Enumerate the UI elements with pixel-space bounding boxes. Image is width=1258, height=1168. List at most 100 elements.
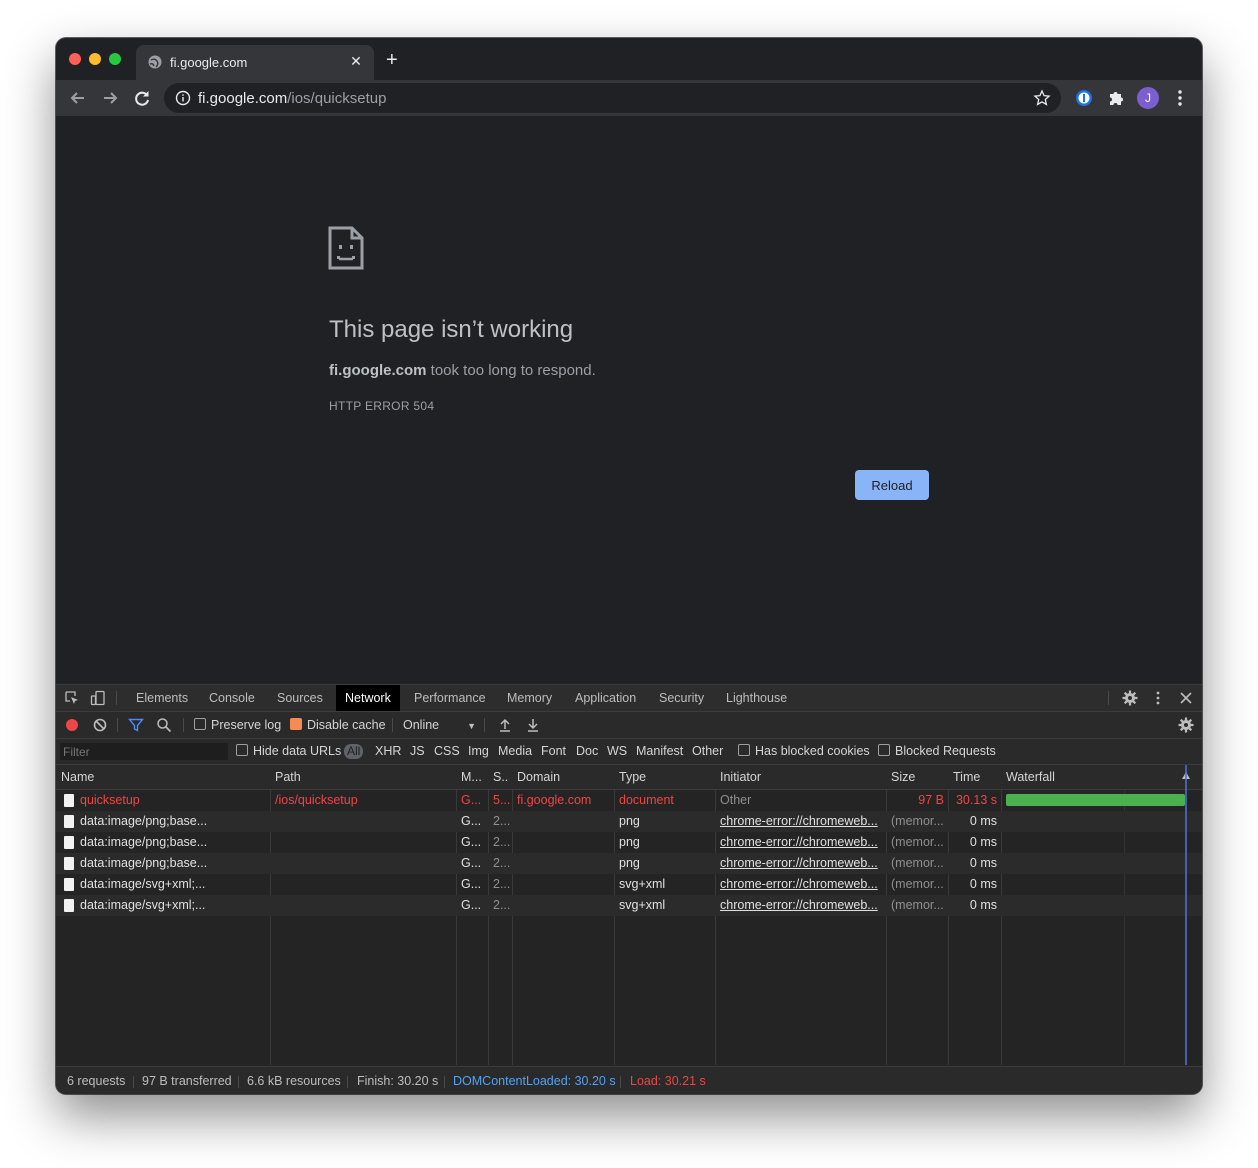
new-tab-button[interactable]: + — [386, 50, 398, 70]
filter-type-font[interactable]: Font — [541, 739, 566, 764]
tab-elements[interactable]: Elements — [127, 685, 197, 711]
close-tab-icon[interactable]: ✕ — [348, 53, 364, 70]
filter-input[interactable] — [60, 743, 228, 760]
table-row[interactable]: quicksetup /ios/quicksetup G... 5... fi.… — [56, 790, 1202, 811]
tab-memory[interactable]: Memory — [498, 685, 561, 711]
request-initiator-link[interactable]: chrome-error://chromeweb... — [720, 832, 880, 853]
filter-type-img[interactable]: Img — [468, 739, 489, 764]
column-header-path[interactable]: Path — [275, 765, 301, 789]
has-blocked-cookies-checkbox[interactable]: Has blocked cookies — [738, 739, 870, 764]
extensions-puzzle-icon[interactable] — [1107, 89, 1125, 107]
info-icon[interactable] — [175, 90, 191, 106]
search-icon[interactable] — [156, 717, 172, 733]
filter-type-css[interactable]: CSS — [434, 739, 460, 764]
filter-type-manifest[interactable]: Manifest — [636, 739, 683, 764]
request-method: G... — [461, 793, 482, 807]
column-header-method[interactable]: M... — [461, 765, 482, 789]
sad-page-icon — [328, 226, 364, 270]
network-settings-gear-icon[interactable] — [1178, 717, 1194, 733]
minimize-window-button[interactable] — [89, 53, 101, 65]
url-host: fi.google.com — [198, 90, 288, 107]
forward-icon[interactable] — [100, 88, 120, 108]
tab-sources[interactable]: Sources — [268, 685, 332, 711]
tab-strip: fi.google.com ✕ + — [56, 38, 1202, 80]
column-header-initiator[interactable]: Initiator — [720, 765, 761, 789]
request-name[interactable]: data:image/svg+xml;... — [80, 874, 266, 895]
document-icon — [64, 794, 74, 807]
inspect-element-icon[interactable] — [64, 690, 80, 706]
filter-type-other[interactable]: Other — [692, 739, 723, 764]
hide-data-urls-checkbox[interactable]: Hide data URLs — [236, 739, 341, 764]
request-name[interactable]: data:image/png;base... — [80, 853, 266, 874]
filter-type-all[interactable]: All — [344, 744, 364, 759]
request-name[interactable]: data:image/png;base... — [80, 832, 266, 853]
blocked-requests-checkbox[interactable]: Blocked Requests — [878, 739, 996, 764]
divider — [347, 1076, 348, 1088]
device-toolbar-icon[interactable] — [90, 690, 106, 706]
request-initiator-link[interactable]: chrome-error://chromeweb... — [720, 874, 880, 895]
filter-type-doc[interactable]: Doc — [576, 739, 598, 764]
filter-type-js[interactable]: JS — [410, 739, 425, 764]
table-row[interactable]: data:image/svg+xml;... G... 2... svg+xml… — [56, 895, 1202, 916]
throttling-select[interactable]: Online ▼ — [403, 712, 476, 738]
filter-type-xhr[interactable]: XHR — [375, 739, 401, 764]
column-header-time[interactable]: Time — [953, 765, 980, 789]
request-size: (memor... — [891, 835, 944, 849]
tab-security[interactable]: Security — [650, 685, 713, 711]
request-size: (memor... — [891, 856, 944, 870]
tab-console[interactable]: Console — [200, 685, 264, 711]
error-code: HTTP ERROR 504 — [329, 399, 435, 413]
zoom-window-button[interactable] — [109, 53, 121, 65]
table-row[interactable]: data:image/png;base... G... 2... png chr… — [56, 832, 1202, 853]
request-initiator-link[interactable]: chrome-error://chromeweb... — [720, 811, 880, 832]
close-devtools-icon[interactable] — [1178, 690, 1194, 706]
bookmark-star-icon[interactable] — [1033, 89, 1051, 107]
column-header-status[interactable]: S.. — [493, 765, 508, 789]
request-name[interactable]: quicksetup — [80, 790, 266, 811]
preserve-log-checkbox[interactable]: Preserve log — [194, 712, 281, 738]
request-name[interactable]: data:image/svg+xml;... — [80, 895, 266, 916]
export-har-icon[interactable] — [525, 717, 541, 733]
clear-icon[interactable] — [92, 717, 108, 733]
requests-table: Name Path M... S.. Domain Type Initiator… — [56, 765, 1202, 1065]
image-file-icon — [64, 836, 74, 849]
password-manager-extension-icon[interactable] — [1075, 89, 1093, 107]
filter-type-ws[interactable]: WS — [607, 739, 627, 764]
chrome-menu-icon[interactable] — [1172, 89, 1188, 107]
request-initiator-link[interactable]: chrome-error://chromeweb... — [720, 853, 880, 874]
tab-performance[interactable]: Performance — [405, 685, 495, 711]
tab-network[interactable]: Network — [336, 685, 400, 711]
address-bar[interactable]: fi.google.com/ios/quicksetup — [164, 83, 1061, 113]
import-har-icon[interactable] — [497, 717, 513, 733]
request-name[interactable]: data:image/png;base... — [80, 811, 266, 832]
back-icon[interactable] — [68, 88, 88, 108]
close-window-button[interactable] — [69, 53, 81, 65]
request-type: png — [619, 814, 640, 828]
table-row[interactable]: data:image/svg+xml;... G... 2... svg+xml… — [56, 874, 1202, 895]
reload-button[interactable]: Reload — [855, 470, 929, 500]
disable-cache-checkbox[interactable]: Disable cache — [290, 712, 386, 738]
table-row[interactable]: data:image/png;base... G... 2... png chr… — [56, 811, 1202, 832]
filter-type-media[interactable]: Media — [498, 739, 532, 764]
request-size: (memor... — [891, 814, 944, 828]
browser-tab[interactable]: fi.google.com ✕ — [136, 45, 374, 80]
tab-lighthouse[interactable]: Lighthouse — [717, 685, 796, 711]
status-load: Load: 30.21 s — [630, 1074, 706, 1088]
url-text[interactable]: fi.google.com/ios/quicksetup — [198, 90, 386, 107]
more-options-icon[interactable] — [1150, 690, 1166, 706]
blocked-requests-label: Blocked Requests — [895, 744, 996, 758]
column-header-type[interactable]: Type — [619, 765, 646, 789]
settings-gear-icon[interactable] — [1122, 690, 1138, 706]
column-header-domain[interactable]: Domain — [517, 765, 560, 789]
tab-application[interactable]: Application — [566, 685, 645, 711]
column-header-size[interactable]: Size — [891, 765, 915, 789]
profile-avatar[interactable]: J — [1137, 87, 1159, 109]
filter-funnel-icon[interactable] — [128, 717, 144, 733]
column-header-name[interactable]: Name — [61, 765, 94, 789]
preserve-log-label: Preserve log — [211, 718, 282, 732]
reload-icon[interactable] — [132, 88, 152, 108]
column-header-waterfall[interactable]: Waterfall — [1006, 765, 1055, 789]
table-row[interactable]: data:image/png;base... G... 2... png chr… — [56, 853, 1202, 874]
record-icon[interactable] — [64, 717, 80, 733]
request-initiator-link[interactable]: chrome-error://chromeweb... — [720, 895, 880, 916]
